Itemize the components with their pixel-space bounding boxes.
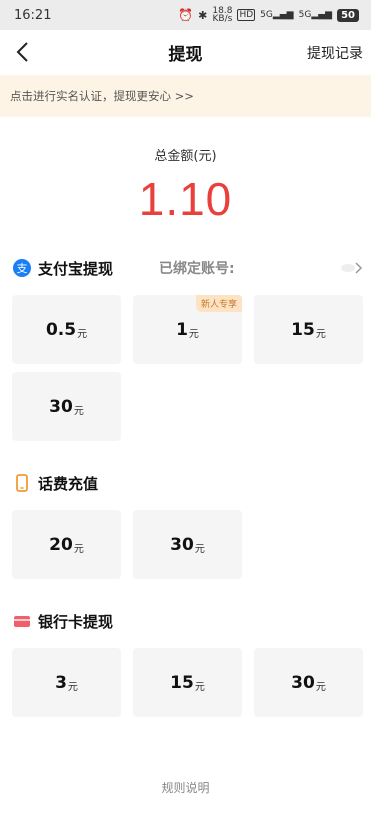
- signal-icon: ▂▄▆: [272, 10, 294, 20]
- alarm-icon: ⏰: [178, 8, 194, 22]
- alipay-option-30[interactable]: 30 元: [12, 372, 121, 441]
- status-icons: ⏰ ✱ 18.8 KB/s HD 5G▂▄▆ 5G▂▄▆ 50: [178, 6, 359, 24]
- bank-card-icon: [14, 616, 30, 627]
- net-speed: 18.8 KB/s: [212, 6, 233, 24]
- bank-option-30[interactable]: 30 元: [254, 648, 363, 717]
- bound-account-label[interactable]: 已绑定账号:: [159, 258, 235, 278]
- bluetooth-icon: ✱: [198, 8, 208, 22]
- real-name-notice-banner[interactable]: 点击进行实名认证，提现更安心 >>: [0, 75, 371, 117]
- bank-section-title: 银行卡提现: [38, 612, 114, 631]
- phone-icon: [16, 474, 28, 492]
- withdraw-history-link[interactable]: 提现记录: [307, 43, 363, 63]
- page-title: 提现: [168, 45, 203, 65]
- status-bar: 16:21 ⏰ ✱ 18.8 KB/s HD 5G▂▄▆ 5G▂▄▆ 50: [0, 0, 371, 30]
- chevron-right-icon[interactable]: [341, 261, 363, 275]
- phone-option-30[interactable]: 30 元: [133, 510, 242, 579]
- alipay-section-header: 支 支付宝提现 已绑定账号:: [0, 254, 371, 282]
- alipay-option-0-5[interactable]: 0.5 元: [12, 295, 121, 364]
- phone-options-grid: 20 元 30 元: [0, 510, 371, 579]
- svg-text:支: 支: [17, 262, 28, 275]
- total-amount-label: 总金额(元): [154, 149, 217, 164]
- hd-badge: HD: [237, 9, 256, 21]
- alipay-options-grid: 0.5 元 新人专享 1元 15 元 30 元: [0, 295, 371, 441]
- bank-option-3[interactable]: 3元: [12, 648, 121, 717]
- battery-icon: 50: [337, 8, 359, 22]
- bank-option-15[interactable]: 15 元: [133, 648, 242, 717]
- phone-section-header: 话费充值: [0, 469, 371, 497]
- bank-options-grid: 3元 15 元 30 元: [0, 648, 371, 717]
- status-time: 16:21: [14, 7, 52, 23]
- new-user-tag: 新人专享: [195, 295, 242, 312]
- total-amount-value: 1.10: [138, 173, 233, 225]
- alipay-option-15[interactable]: 15 元: [254, 295, 363, 364]
- back-arrow-icon[interactable]: [12, 40, 36, 64]
- bank-section-header: 银行卡提现: [0, 607, 371, 635]
- signal-5g-1: 5G▂▄▆: [260, 10, 294, 20]
- phone-section-title: 话费充值: [38, 474, 99, 493]
- rules-link[interactable]: 规则说明: [0, 779, 371, 796]
- phone-option-20[interactable]: 20 元: [12, 510, 121, 579]
- signal-icon: ▂▄▆: [311, 10, 333, 20]
- alipay-section-title: 支付宝提现: [38, 259, 114, 278]
- alipay-icon: 支: [13, 259, 31, 277]
- nav-bar: 提现 提现记录: [0, 30, 371, 75]
- signal-5g-2: 5G▂▄▆: [298, 10, 333, 20]
- alipay-option-1[interactable]: 新人专享 1元: [133, 295, 242, 364]
